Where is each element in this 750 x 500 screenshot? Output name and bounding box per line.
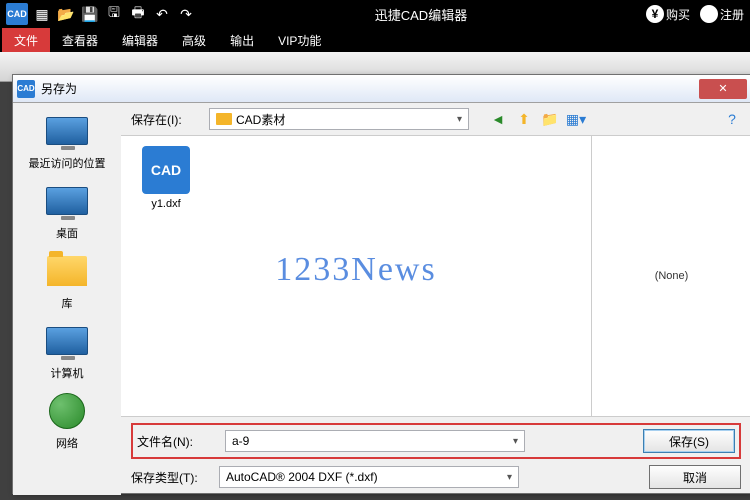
app-title: 迅捷CAD编辑器 [196, 5, 646, 24]
file-label: y1.dxf [151, 198, 180, 210]
filetype-label: 保存类型(T): [131, 469, 211, 486]
dialog-main: 保存在(I): CAD素材 ◄ ⬆ 📁 ▦▾ ? CAD y1.dxf 1233… [121, 103, 750, 495]
folder-icon [47, 256, 87, 286]
menubar: 文件 查看器 编辑器 高级 输出 VIP功能 [0, 28, 750, 52]
place-label: 网络 [56, 435, 78, 451]
filename-highlight: 文件名(N): a-9 保存(S) [131, 423, 741, 459]
place-label: 桌面 [56, 225, 78, 241]
tab-vip[interactable]: VIP功能 [266, 28, 333, 52]
filename-value: a-9 [232, 434, 249, 448]
new-icon[interactable]: ▦ [32, 4, 52, 24]
place-recent[interactable]: 最近访问的位置 [29, 111, 106, 171]
buy-button[interactable]: ¥ 购买 [646, 5, 690, 23]
save-in-combo[interactable]: CAD素材 [209, 108, 469, 130]
nav-icons: ◄ ⬆ 📁 ▦▾ [489, 110, 585, 128]
cad-file-icon: CAD [142, 146, 190, 194]
up-icon[interactable]: ⬆ [515, 110, 533, 128]
dialog-titlebar: CAD 另存为 ✕ [13, 75, 750, 103]
bottom-rows: 文件名(N): a-9 保存(S) 保存类型(T): AutoCAD® 2004… [121, 417, 750, 495]
cancel-button[interactable]: 取消 [649, 465, 741, 489]
saveas-icon[interactable]: 🖫 [104, 4, 124, 24]
places-bar: 最近访问的位置 桌面 库 计算机 网络 [13, 103, 121, 495]
watermark: 1233News [275, 251, 436, 289]
yen-icon: ¥ [646, 5, 664, 23]
place-label: 最近访问的位置 [29, 155, 106, 171]
redo-icon[interactable]: ↷ [176, 4, 196, 24]
register-button[interactable]: 注册 [700, 5, 744, 23]
file-item[interactable]: CAD y1.dxf [131, 146, 201, 210]
dialog-close-button[interactable]: ✕ [699, 79, 747, 99]
monitor-icon [46, 187, 88, 215]
filetype-value: AutoCAD® 2004 DXF (*.dxf) [226, 470, 378, 484]
filename-label: 文件名(N): [137, 433, 217, 450]
dialog-title: 另存为 [41, 80, 699, 97]
place-label: 库 [62, 295, 73, 311]
save-icon[interactable]: 💾 [80, 4, 100, 24]
monitor-icon [46, 327, 88, 355]
help-icon[interactable]: ? [723, 110, 741, 128]
save-in-value: CAD素材 [236, 111, 285, 128]
undo-icon[interactable]: ↶ [152, 4, 172, 24]
folder-mini-icon [216, 113, 232, 125]
place-network[interactable]: 网络 [43, 391, 91, 451]
filename-input[interactable]: a-9 [225, 430, 525, 452]
preview-none-text: (None) [655, 270, 689, 282]
newfolder-icon[interactable]: 📁 [541, 110, 559, 128]
place-desktop[interactable]: 桌面 [43, 181, 91, 241]
monitor-icon [46, 117, 88, 145]
save-in-label: 保存在(I): [131, 111, 201, 128]
tab-editor[interactable]: 编辑器 [110, 28, 170, 52]
tab-file[interactable]: 文件 [2, 28, 50, 52]
save-as-dialog: CAD 另存为 ✕ 最近访问的位置 桌面 库 计算机 网络 保存在(I): CA… [12, 74, 750, 494]
tab-output[interactable]: 输出 [218, 28, 266, 52]
place-computer[interactable]: 计算机 [43, 321, 91, 381]
dialog-app-icon: CAD [17, 80, 35, 98]
back-icon[interactable]: ◄ [489, 110, 507, 128]
preview-pane: (None) [591, 136, 750, 416]
place-label: 计算机 [51, 365, 84, 381]
viewmenu-icon[interactable]: ▦▾ [567, 110, 585, 128]
app-logo-icon: CAD [6, 3, 28, 25]
file-list-area[interactable]: CAD y1.dxf 1233News [121, 136, 591, 416]
quick-access-toolbar: CAD ▦ 📂 💾 🖫 🖶 ↶ ↷ [6, 3, 196, 25]
tab-advanced[interactable]: 高级 [170, 28, 218, 52]
location-row: 保存在(I): CAD素材 ◄ ⬆ 📁 ▦▾ ? [121, 103, 750, 135]
print-icon[interactable]: 🖶 [128, 4, 148, 24]
titlebar-right: ¥ 购买 注册 [646, 5, 744, 23]
save-button[interactable]: 保存(S) [643, 429, 735, 453]
place-libraries[interactable]: 库 [43, 251, 91, 311]
globe-icon [49, 393, 85, 429]
filetype-combo[interactable]: AutoCAD® 2004 DXF (*.dxf) [219, 466, 519, 488]
app-titlebar: CAD ▦ 📂 💾 🖫 🖶 ↶ ↷ 迅捷CAD编辑器 ¥ 购买 注册 [0, 0, 750, 28]
buy-label: 购买 [666, 6, 690, 23]
open-icon[interactable]: 📂 [56, 4, 76, 24]
user-icon [700, 5, 718, 23]
tab-viewer[interactable]: 查看器 [50, 28, 110, 52]
register-label: 注册 [720, 6, 744, 23]
